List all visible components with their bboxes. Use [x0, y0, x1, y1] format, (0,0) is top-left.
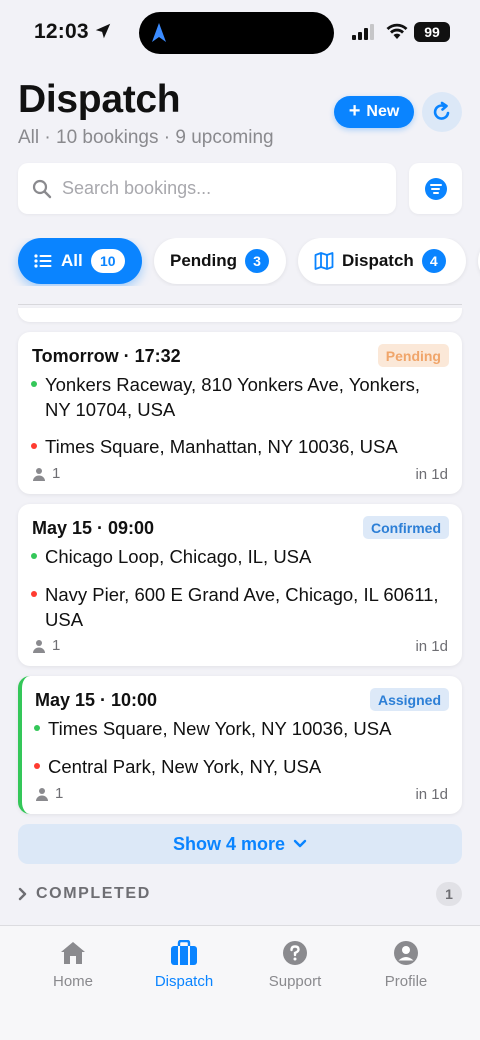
chip-all-label: All	[61, 251, 83, 270]
tab-support-label: Support	[268, 973, 322, 990]
filter-chips: All 10 Pending 3 Dispatch 4	[0, 238, 480, 286]
tab-dispatch-label: Dispatch	[154, 973, 214, 990]
refresh-button[interactable]	[422, 92, 462, 132]
map-icon	[314, 252, 334, 270]
passenger-count: 1	[32, 465, 60, 482]
tab-home-label: Home	[52, 973, 93, 990]
briefcase-icon	[171, 940, 197, 965]
signal-icon	[352, 24, 374, 40]
page-title: Dispatch	[18, 78, 181, 121]
pickup-dot	[34, 725, 40, 731]
booking-card[interactable]: May 15 · 10:00 Assigned Times Square, Ne…	[18, 676, 462, 814]
new-booking-button[interactable]: + New	[334, 96, 414, 128]
booking-eta: in 1d	[415, 638, 448, 655]
status-badge: Assigned	[369, 688, 449, 711]
passenger-count: 1	[35, 785, 63, 802]
passenger-count-value: 1	[52, 465, 61, 482]
refresh-icon	[433, 101, 450, 120]
search-input[interactable]	[62, 178, 362, 199]
booking-datetime: May 15 · 09:00	[32, 518, 155, 538]
chip-dispatch-count: 4	[421, 249, 446, 273]
battery-indicator: 99	[414, 22, 450, 42]
chip-pending-label: Pending	[170, 251, 238, 270]
chip-dispatch[interactable]: Dispatch 4	[298, 238, 466, 284]
passenger-count-value: 1	[55, 785, 64, 802]
dropoff-dot	[34, 763, 40, 769]
booking-datetime: May 15 · 10:00	[35, 690, 158, 710]
status-badge: Confirmed	[363, 516, 449, 539]
search-icon	[32, 179, 52, 198]
person-icon	[33, 467, 45, 481]
location-arrow-icon	[95, 23, 111, 39]
show-more-label: Show 4 more	[172, 833, 286, 854]
booking-datetime: Tomorrow · 17:32	[32, 346, 181, 366]
help-icon	[283, 941, 307, 965]
passenger-count-value: 1	[52, 637, 61, 654]
booking-card[interactable]: Tomorrow · 17:32 Pending Yonkers Raceway…	[18, 332, 462, 494]
pickup-address: Times Square, New York, NY 10036, USA	[48, 718, 392, 739]
dropoff-dot	[31, 443, 37, 449]
pickup-address: Chicago Loop, Chicago, IL, USA	[45, 546, 312, 567]
chip-all[interactable]: All 10	[18, 238, 142, 284]
completed-label: COMPLETED	[36, 885, 151, 902]
tab-dispatch[interactable]: Dispatch	[134, 940, 234, 990]
filter-button[interactable]	[409, 163, 462, 214]
status-time: 12:03	[34, 20, 89, 43]
home-icon	[61, 942, 85, 964]
booking-eta: in 1d	[415, 466, 448, 483]
dropoff-address: Central Park, New York, NY, USA	[48, 756, 322, 777]
show-more-button[interactable]: Show 4 more	[18, 824, 462, 864]
person-circle-icon	[394, 941, 418, 965]
person-icon	[33, 639, 45, 653]
tab-support[interactable]: Support	[245, 940, 345, 990]
chip-dispatch-label: Dispatch	[342, 251, 414, 270]
dropoff-address: Navy Pier, 600 E Grand Ave, Chicago, IL …	[45, 584, 439, 630]
pickup-dot	[31, 381, 37, 387]
pickup-address: Yonkers Raceway, 810 Yonkers Ave, Yonker…	[45, 374, 421, 420]
plus-icon: +	[348, 100, 361, 122]
dropoff-dot	[31, 591, 37, 597]
pickup-dot	[31, 553, 37, 559]
status-bar: 12:03 99	[0, 0, 480, 64]
chip-pending-count: 3	[245, 249, 270, 273]
tab-profile-label: Profile	[384, 973, 428, 990]
tab-bar: Home Dispatch Support Profile	[0, 925, 480, 1040]
tab-home[interactable]: Home	[23, 940, 123, 990]
chip-pending[interactable]: Pending 3	[154, 238, 286, 284]
list-icon	[34, 254, 52, 268]
filter-icon	[424, 177, 447, 200]
list-divider	[18, 304, 462, 305]
navigation-icon	[152, 23, 166, 42]
page-subtitle: All · 10 bookings · 9 upcoming	[18, 127, 274, 148]
booking-eta: in 1d	[415, 786, 448, 803]
chip-all-count: 10	[90, 249, 125, 273]
completed-count: 1	[436, 882, 462, 906]
new-button-label: New	[366, 103, 400, 120]
person-icon	[36, 787, 48, 801]
tab-profile[interactable]: Profile	[356, 940, 456, 990]
chevron-right-icon	[18, 887, 27, 901]
passenger-count: 1	[32, 637, 60, 654]
dynamic-island	[139, 12, 334, 54]
dropoff-address: Times Square, Manhattan, NY 10036, USA	[45, 436, 398, 457]
wifi-icon	[386, 23, 408, 39]
chevron-down-icon	[293, 839, 307, 848]
booking-card-partial[interactable]	[18, 308, 462, 322]
booking-card[interactable]: May 15 · 09:00 Confirmed Chicago Loop, C…	[18, 504, 462, 666]
search-bar[interactable]	[18, 163, 396, 214]
completed-section-toggle[interactable]: COMPLETED 1	[18, 880, 462, 908]
status-badge: Pending	[377, 344, 449, 367]
